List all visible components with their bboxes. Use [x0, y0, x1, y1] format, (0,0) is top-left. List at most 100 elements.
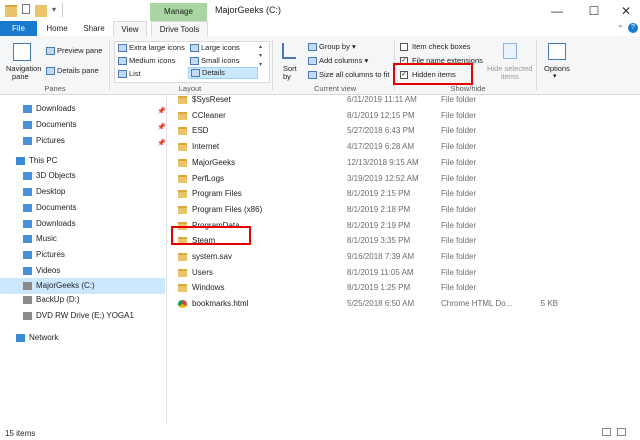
nav-item-label: Downloads [36, 104, 76, 113]
table-row[interactable]: $SysReset 6/11/2019 11:11 AM File folder [167, 93, 640, 107]
nav-item-label: Pictures [36, 250, 65, 259]
add-columns-button[interactable]: Add columns ▾ [308, 56, 368, 66]
preview-pane-button[interactable]: Preview pane [46, 46, 103, 56]
table-row[interactable]: MajorGeeks 12/13/2018 9:15 AM File folder [167, 156, 640, 170]
file-type: File folder [441, 189, 477, 199]
table-row[interactable]: system.sav 9/16/2018 7:39 AM File folder [167, 250, 640, 264]
system-sav-highlight [171, 226, 251, 245]
tab-home[interactable]: Home [40, 21, 74, 36]
size-columns-button[interactable]: Size all columns to fit [308, 70, 389, 80]
close-icon[interactable]: ✕ [612, 2, 640, 20]
tab-drive-tools[interactable]: Drive Tools [151, 21, 208, 37]
nav-item-label: Documents [36, 203, 77, 212]
folder-icon [178, 190, 187, 199]
medium-icons-icon [118, 57, 127, 66]
sort-icon [282, 43, 296, 59]
nav-item[interactable]: BackUp (D:) [0, 292, 165, 308]
properties-icon[interactable] [22, 4, 30, 14]
new-folder-icon[interactable] [35, 5, 47, 17]
file-date: 5/27/2018 6:43 PM [347, 126, 415, 136]
table-row[interactable]: Internet 4/17/2019 6:28 AM File folder [167, 140, 640, 154]
nav-item-label: 3D Objects [36, 171, 76, 180]
table-row[interactable]: bookmarks.html 5/25/2018 6:50 AM Chrome HT… [167, 297, 640, 311]
group-by-label: Group by [319, 42, 350, 51]
options-button[interactable]: Options [544, 64, 570, 73]
layout-small-icons[interactable]: Small icons [190, 56, 239, 66]
nav-item[interactable]: DVD RW Drive (E:) YOGA1 [0, 308, 165, 324]
file-type: Chrome HTML Do... [441, 299, 513, 309]
folder-icon [178, 96, 187, 104]
documents-icon [23, 121, 32, 129]
file-name: Users [192, 267, 213, 277]
file-name: system.sav [192, 252, 233, 261]
nav-item[interactable]: Pictures [0, 247, 165, 263]
file-type: File folder [441, 220, 477, 230]
nav-item[interactable]: Downloads 📌 [0, 101, 166, 117]
file-date: 3/19/2019 12:52 AM [347, 173, 419, 183]
table-row[interactable]: CCleaner 8/1/2019 12:15 PM File folder [167, 109, 640, 123]
nav-item-label: DVD RW Drive (E:) YOGA1 [36, 311, 134, 320]
preview-pane-label: Preview pane [57, 46, 103, 55]
table-row[interactable]: Windows 8/1/2019 1:25 PM File folder [167, 281, 640, 295]
nav-item[interactable]: Music [0, 231, 165, 247]
nav-item-label: Music [36, 234, 57, 243]
tab-view[interactable]: View [113, 21, 147, 37]
folder-icon [178, 205, 187, 214]
navigation-pane-sub[interactable]: pane [12, 72, 29, 81]
item-check-boxes-option[interactable]: Item check boxes [400, 42, 470, 52]
item-check-boxes-checkbox[interactable] [400, 43, 408, 52]
disc-icon [23, 312, 32, 320]
nav-item[interactable]: Desktop [0, 184, 165, 200]
navigation-pane-icon [13, 43, 31, 61]
maximize-icon[interactable]: ☐ [580, 2, 608, 20]
chrome-icon [178, 300, 187, 309]
nav-item[interactable]: Network [0, 330, 165, 346]
nav-item[interactable]: Pictures 📌 [0, 133, 166, 149]
table-row[interactable]: Program Files 8/1/2019 2:15 PM File folder [167, 187, 640, 201]
table-row[interactable]: ESD 5/27/2018 6:43 PM File folder [167, 124, 640, 138]
nav-item[interactable]: Videos [0, 263, 165, 279]
help-icon[interactable]: ? [628, 23, 638, 33]
file-name: bookmarks.html [192, 299, 249, 309]
table-row[interactable]: Users 8/1/2019 11:05 AM File folder [167, 266, 640, 280]
nav-item[interactable]: Documents 📌 [0, 117, 166, 133]
file-size: 5 KB [540, 299, 558, 309]
sort-by-sub[interactable]: by [283, 72, 291, 81]
hide-selected-items-sub[interactable]: items [501, 72, 519, 81]
chevron-down-icon[interactable]: ▾ [553, 72, 557, 80]
manage-contextual-tab[interactable]: Manage [150, 3, 207, 21]
folder-icon [178, 268, 187, 277]
large-icons-view-icon[interactable] [617, 428, 626, 436]
group-by-button[interactable]: Group by ▾ [308, 42, 356, 52]
pin-icon: 📌 [157, 140, 166, 147]
ribbon-collapse-icon[interactable]: ⌃ [617, 24, 624, 33]
minimize-icon[interactable]: — [543, 2, 571, 20]
nav-item[interactable]: Downloads [0, 216, 165, 232]
details-view-icon[interactable] [602, 428, 611, 436]
nav-item[interactable]: 3D Objects [0, 168, 165, 184]
layout-medium-icons[interactable]: Medium icons [118, 56, 175, 66]
quick-access-dropdown-icon[interactable]: ▾ [52, 5, 56, 14]
table-row[interactable]: PerfLogs 3/19/2019 12:52 AM File folder [167, 172, 640, 186]
desktop-icon [23, 188, 32, 196]
folder-icon [178, 174, 187, 183]
cube-icon [23, 172, 32, 180]
network-icon [16, 334, 25, 342]
file-date: 8/1/2019 2:18 PM [347, 204, 411, 214]
layout-extra-large-icons[interactable]: Extra large icons [118, 43, 185, 53]
add-columns-icon [308, 57, 317, 66]
details-pane-button[interactable]: Details pane [46, 66, 99, 76]
details-pane-label: Details pane [57, 66, 99, 75]
tab-share[interactable]: Share [79, 21, 109, 36]
layout-details[interactable]: Details [188, 67, 258, 79]
videos-icon [23, 267, 32, 275]
file-name: MajorGeeks [192, 157, 236, 167]
tab-file[interactable]: File [0, 21, 37, 36]
music-icon [23, 235, 32, 243]
nav-item[interactable]: Documents [0, 200, 165, 216]
layout-scroll-icon[interactable]: ▴ ▾ ▾ [259, 43, 262, 70]
layout-list[interactable]: List [118, 69, 141, 79]
table-row[interactable]: Program Files (x86) 8/1/2019 2:18 PM File … [167, 203, 640, 217]
nav-item[interactable]: This PC [0, 153, 165, 169]
layout-large-icons[interactable]: Large icons [190, 43, 240, 53]
